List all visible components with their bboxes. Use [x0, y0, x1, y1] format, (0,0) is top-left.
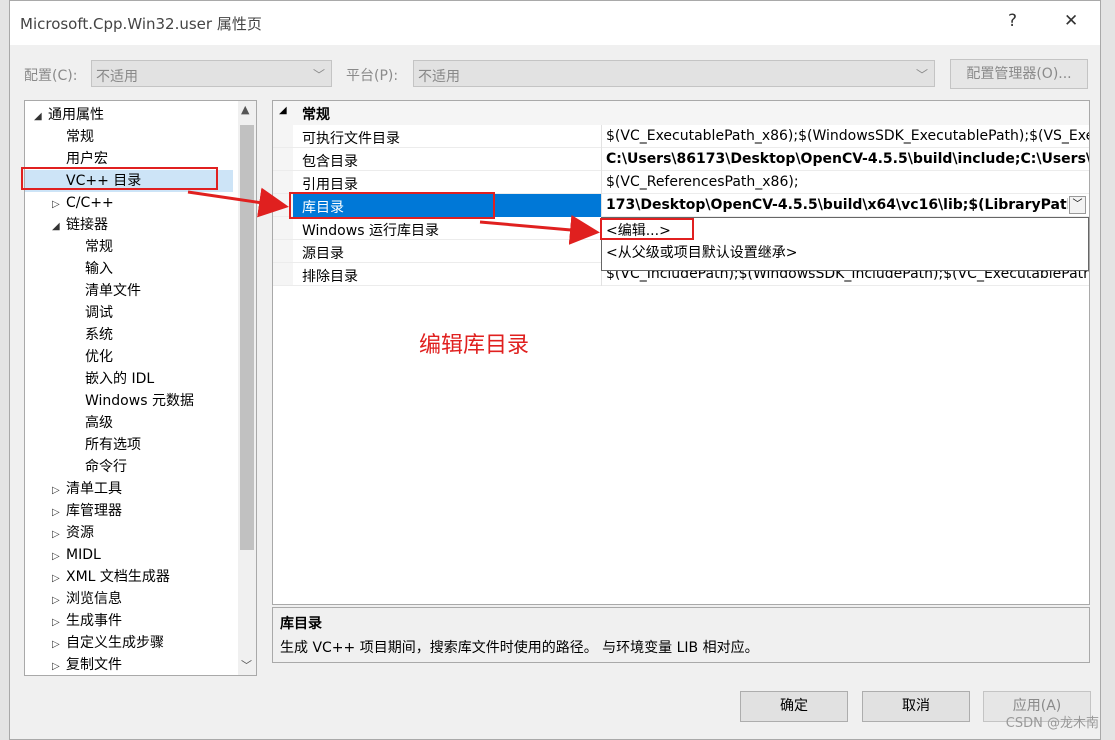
arrow-to-edit	[479, 214, 600, 245]
watermark: CSDN @龙木南	[1005, 716, 1099, 731]
annotation-arrows	[187, 187, 600, 245]
arrow-to-lib-dirs	[187, 187, 289, 218]
